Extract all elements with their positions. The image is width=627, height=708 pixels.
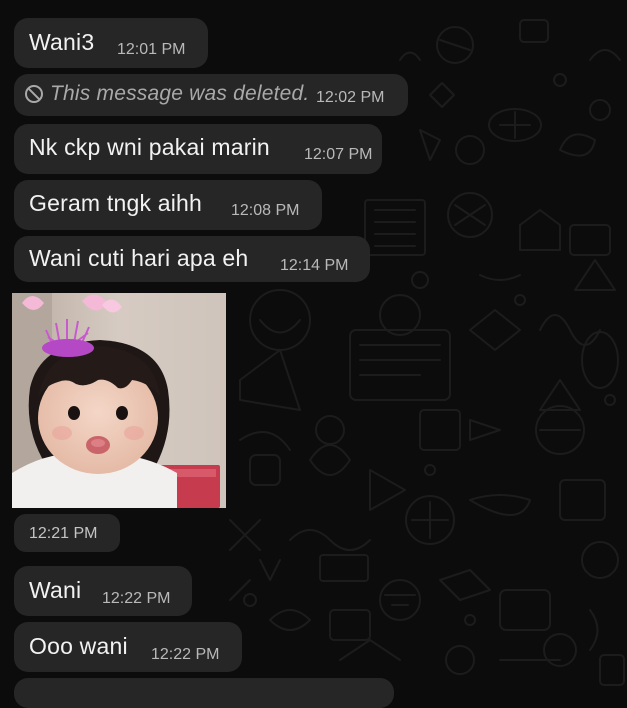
message-bubble[interactable]: Wani 12:22 PM bbox=[14, 566, 192, 616]
message-time: 12:08 PM bbox=[231, 202, 300, 219]
photo-message[interactable] bbox=[12, 293, 226, 508]
message-bubble[interactable]: Ooo wani 12:22 PM bbox=[14, 622, 242, 672]
message-text: Nk ckp wni pakai marin bbox=[29, 134, 270, 160]
deleted-message-text: This message was deleted. bbox=[50, 82, 310, 105]
message-time: 12:02 PM bbox=[316, 89, 385, 106]
message-list[interactable]: Wani3 12:01 PM This message was deleted.… bbox=[0, 0, 627, 708]
message-time: 12:21 PM bbox=[29, 525, 98, 542]
message-time: 12:07 PM bbox=[304, 146, 373, 163]
photo-child-tinsel-headband bbox=[12, 293, 226, 508]
message-text: Wani cuti hari apa eh bbox=[29, 245, 249, 271]
message-text: Ooo wani bbox=[29, 633, 128, 659]
message-text: Geram tngk aihh bbox=[29, 190, 203, 216]
scrollbar[interactable] bbox=[620, 470, 623, 690]
message-time: 12:22 PM bbox=[151, 646, 220, 663]
message-bubble-partial[interactable] bbox=[14, 678, 394, 708]
message-bubble[interactable]: Nk ckp wni pakai marin 12:07 PM bbox=[14, 124, 382, 174]
message-text: Wani3 bbox=[29, 29, 95, 55]
message-text: Wani bbox=[29, 577, 82, 603]
message-time: 12:14 PM bbox=[280, 257, 349, 274]
ban-icon bbox=[25, 85, 43, 103]
message-bubble[interactable]: Wani3 12:01 PM bbox=[14, 18, 208, 68]
deleted-message-bubble[interactable]: This message was deleted. 12:02 PM bbox=[14, 74, 408, 116]
message-time: 12:01 PM bbox=[117, 41, 186, 58]
message-bubble[interactable]: Wani cuti hari apa eh 12:14 PM bbox=[14, 236, 370, 282]
message-bubble[interactable]: Geram tngk aihh 12:08 PM bbox=[14, 180, 322, 230]
message-time: 12:22 PM bbox=[102, 590, 171, 607]
photo-timestamp: 12:21 PM bbox=[14, 514, 120, 552]
